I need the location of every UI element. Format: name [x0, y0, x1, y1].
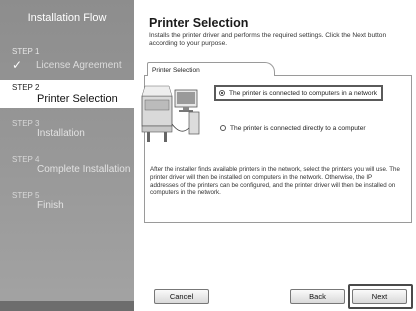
page-description: Installs the printer driver and performs…: [149, 32, 387, 48]
option-direct-connection[interactable]: The printer is connected directly to a c…: [220, 121, 366, 135]
main-content: Printer Selection Installs the printer d…: [134, 0, 416, 311]
step-number: STEP 3: [12, 119, 40, 128]
step-printer-selection: STEP 2 Printer Selection: [0, 80, 134, 108]
back-button[interactable]: Back: [290, 289, 345, 304]
cancel-button[interactable]: Cancel: [154, 289, 209, 304]
info-text: After the installer finds available prin…: [150, 166, 400, 197]
step-label: License Agreement: [36, 60, 122, 71]
next-button[interactable]: Next: [352, 289, 407, 304]
option-network-connection[interactable]: The printer is connected to computers in…: [214, 85, 384, 101]
option-label: The printer is connected to computers in…: [229, 89, 378, 97]
step-label: Printer Selection: [37, 93, 118, 105]
sidebar-footer: [0, 301, 134, 311]
step-label: Complete Installation: [37, 164, 131, 175]
step-finish: STEP 5 Finish: [0, 189, 134, 215]
step-license-agreement: STEP 1 ✓ License Agreement: [0, 44, 134, 78]
checkmark-icon: ✓: [12, 58, 23, 72]
step-complete-installation: STEP 4 Complete Installation: [0, 153, 134, 179]
printer-network-illustration: [141, 85, 200, 142]
step-number: STEP 1: [12, 47, 40, 56]
step-number: STEP 4: [12, 155, 40, 164]
radio-unselected-icon[interactable]: [220, 125, 226, 131]
option-label: The printer is connected directly to a c…: [230, 124, 366, 132]
step-number: STEP 5: [12, 191, 40, 200]
page-title: Printer Selection: [149, 16, 249, 30]
step-label: Installation: [37, 128, 85, 139]
sidebar-title: Installation Flow: [27, 12, 107, 24]
step-number: STEP 2: [12, 83, 40, 92]
tab-printer-selection[interactable]: Printer Selection: [147, 62, 275, 76]
radio-selected-icon[interactable]: [219, 90, 225, 96]
installation-flow-sidebar: Installation Flow STEP 1 ✓ License Agree…: [0, 0, 134, 311]
step-installation: STEP 3 Installation: [0, 117, 134, 143]
step-label: Finish: [37, 200, 64, 211]
